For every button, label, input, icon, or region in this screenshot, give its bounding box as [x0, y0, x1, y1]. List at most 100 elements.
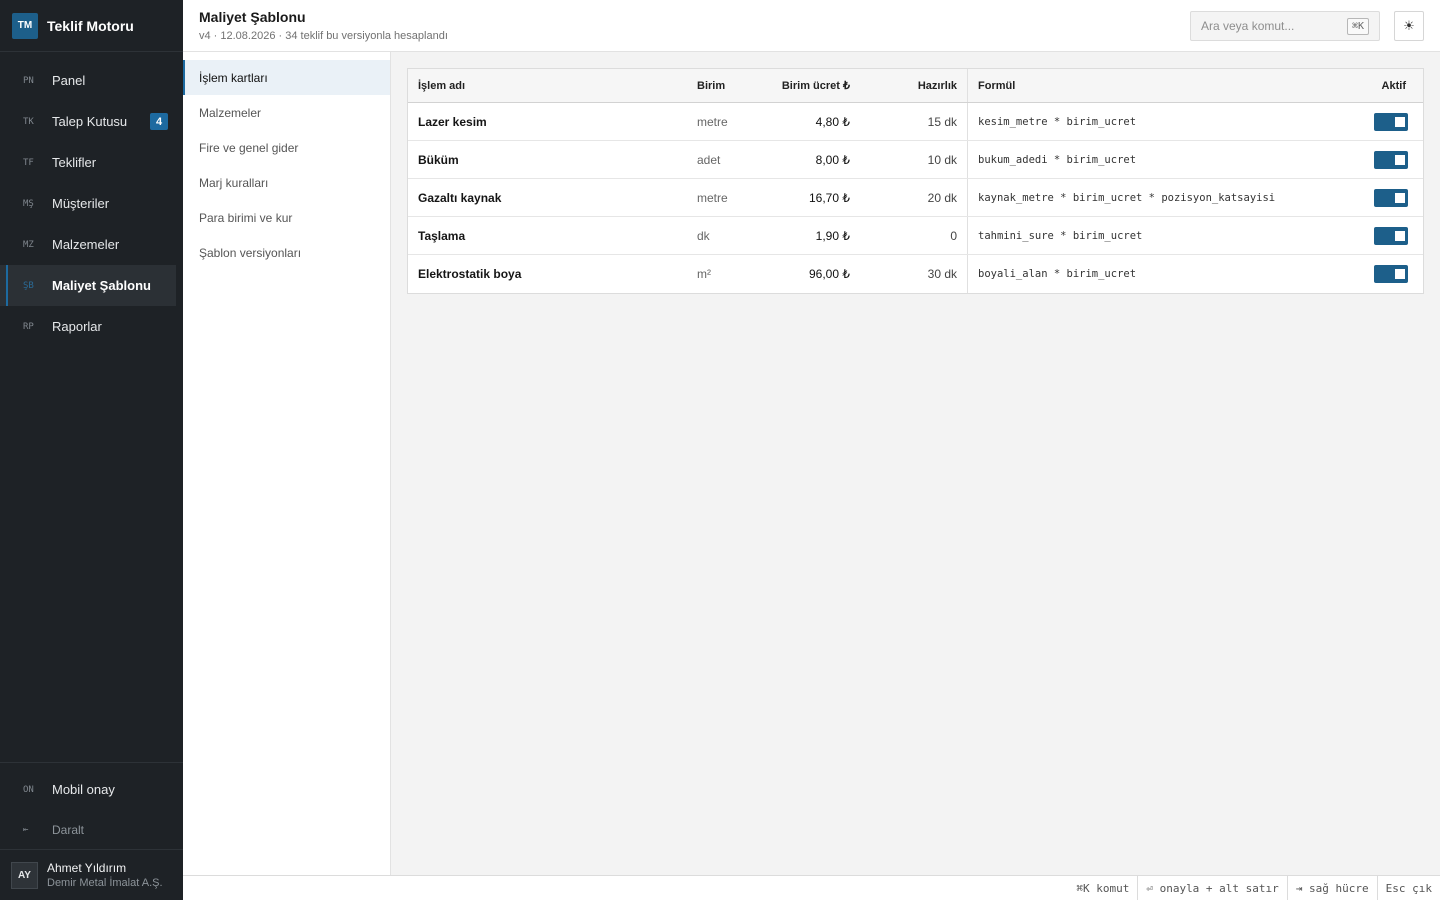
- active-toggle[interactable]: [1374, 112, 1408, 131]
- active-cell: [1352, 150, 1423, 169]
- subnav-item-marj-kurallari[interactable]: Marj kuralları: [183, 165, 390, 200]
- subnav-item-sablon-versiyonlari[interactable]: Şablon versiyonları: [183, 235, 390, 270]
- sidebar-nav: PN Panel TK Talep Kutusu 4 TF Teklifler …: [0, 52, 183, 347]
- operation-name-cell[interactable]: Gazaltı kaynak: [408, 191, 687, 205]
- sidebar-item-raporlar[interactable]: RP Raporlar: [0, 306, 176, 347]
- sidebar-item-panel[interactable]: PN Panel: [0, 60, 176, 101]
- active-cell: [1352, 265, 1423, 283]
- search-input[interactable]: [1201, 19, 1341, 33]
- sidebar-item-label: Talep Kutusu: [52, 114, 128, 129]
- sidebar: TM Teklif Motoru PN Panel TK Talep Kutus…: [0, 0, 183, 900]
- keyboard-hints-bar: ⌘K komut ⏎ onayla + alt satır ⇥ sağ hücr…: [183, 875, 1440, 900]
- unit-cell[interactable]: metre: [687, 115, 750, 129]
- app-name: Teklif Motoru: [47, 17, 134, 34]
- active-cell: [1352, 188, 1423, 207]
- sidebar-item-mobil-onay[interactable]: ON Mobil onay: [0, 769, 176, 810]
- operation-name-cell[interactable]: Lazer kesim: [408, 115, 687, 129]
- sidebar-item-label: Panel: [52, 73, 86, 88]
- table-row[interactable]: Lazer kesim metre 4,80 ₺ 15 dk kesim_met…: [408, 103, 1423, 141]
- active-cell: [1352, 112, 1423, 131]
- collapse-sidebar-button[interactable]: ⇤ Daralt: [0, 810, 183, 849]
- theme-toggle-button[interactable]: ☀: [1394, 11, 1424, 41]
- user-profile[interactable]: AY Ahmet Yıldırım Demir Metal İmalat A.Ş…: [0, 849, 183, 900]
- nav-code: ON: [23, 784, 34, 795]
- operation-name-cell[interactable]: Elektrostatik boya: [408, 267, 687, 281]
- operation-name-cell[interactable]: Büküm: [408, 153, 687, 167]
- hint-command: ⌘K komut: [1076, 881, 1130, 895]
- active-toggle[interactable]: [1374, 265, 1408, 283]
- sidebar-item-label: Raporlar: [52, 319, 102, 334]
- sidebar-item-label: Mobil onay: [52, 782, 115, 797]
- collapse-label: Daralt: [52, 822, 85, 837]
- column-header-unit[interactable]: Birim: [687, 80, 750, 92]
- command-search[interactable]: ⌘K: [1190, 11, 1380, 41]
- active-cell: [1352, 226, 1423, 245]
- main-content: İşlem adı Birim Birim ücret ₺ Hazırlık F…: [391, 52, 1440, 875]
- active-toggle[interactable]: [1374, 226, 1408, 245]
- active-toggle[interactable]: [1374, 188, 1408, 207]
- sidebar-footer: ON Mobil onay ⇤ Daralt AY Ahmet Yıldırım…: [0, 762, 183, 900]
- unit-cell[interactable]: m²: [687, 267, 750, 281]
- template-subnav: İşlem kartları Malzemeler Fire ve genel …: [183, 52, 391, 875]
- subnav-item-malzemeler[interactable]: Malzemeler: [183, 95, 390, 130]
- brand[interactable]: TM Teklif Motoru: [0, 0, 183, 52]
- unit-cell[interactable]: metre: [687, 191, 750, 205]
- app-logo: TM: [12, 12, 38, 39]
- table-row[interactable]: Taşlama dk 1,90 ₺ 0 tahmini_sure * birim…: [408, 217, 1423, 255]
- active-toggle[interactable]: [1374, 150, 1408, 169]
- divider: [0, 762, 183, 763]
- sidebar-item-talep-kutusu[interactable]: TK Talep Kutusu 4: [0, 101, 176, 142]
- subnav-item-fire-genel-gider[interactable]: Fire ve genel gider: [183, 130, 390, 165]
- nav-code: TK: [23, 116, 34, 127]
- hint-next-cell: ⇥ sağ hücre: [1286, 875, 1377, 900]
- table-row[interactable]: Büküm adet 8,00 ₺ 10 dk bukum_adedi * bi…: [408, 141, 1423, 179]
- nav-code: MZ: [23, 239, 34, 250]
- price-cell[interactable]: 96,00 ₺: [750, 267, 860, 281]
- hint-confirm: ⏎ onayla + alt satır: [1137, 875, 1286, 900]
- price-cell[interactable]: 16,70 ₺: [750, 191, 860, 205]
- operations-table: İşlem adı Birim Birim ücret ₺ Hazırlık F…: [407, 68, 1424, 294]
- prep-cell[interactable]: 10 dk: [860, 141, 968, 178]
- price-cell[interactable]: 4,80 ₺: [750, 115, 860, 129]
- prep-cell[interactable]: 15 dk: [860, 103, 968, 140]
- formula-cell[interactable]: bukum_adedi * birim_ucret: [968, 154, 1352, 166]
- prep-cell[interactable]: 0: [860, 217, 968, 254]
- formula-cell[interactable]: boyali_alan * birim_ucret: [968, 268, 1352, 280]
- sidebar-item-label: Müşteriler: [52, 196, 110, 211]
- table-row[interactable]: Elektrostatik boya m² 96,00 ₺ 30 dk boya…: [408, 255, 1423, 293]
- user-name: Ahmet Yıldırım: [47, 861, 127, 875]
- prep-cell[interactable]: 30 dk: [860, 255, 968, 293]
- unit-cell[interactable]: dk: [687, 229, 750, 243]
- sidebar-item-teklifler[interactable]: TF Teklifler: [0, 142, 176, 183]
- operation-name-cell[interactable]: Taşlama: [408, 229, 687, 243]
- column-header-active[interactable]: Aktif: [1352, 80, 1423, 92]
- nav-code: TF: [23, 157, 34, 168]
- sidebar-item-maliyet-sablonu[interactable]: ŞB Maliyet Şablonu: [0, 265, 176, 306]
- nav-code: MŞ: [23, 198, 34, 209]
- column-header-formula[interactable]: Formül: [968, 80, 1352, 92]
- formula-cell[interactable]: kesim_metre * birim_ucret: [968, 116, 1352, 128]
- user-company: Demir Metal İmalat A.Ş.: [47, 877, 163, 889]
- prep-cell[interactable]: 20 dk: [860, 179, 968, 216]
- count-badge: 4: [150, 113, 168, 130]
- shortcut-hint: ⌘K: [1346, 18, 1369, 35]
- formula-cell[interactable]: tahmini_sure * birim_ucret: [968, 230, 1352, 242]
- column-header-prep[interactable]: Hazırlık: [860, 69, 968, 102]
- price-cell[interactable]: 1,90 ₺: [750, 229, 860, 243]
- subnav-item-para-birimi-kur[interactable]: Para birimi ve kur: [183, 200, 390, 235]
- price-cell[interactable]: 8,00 ₺: [750, 153, 860, 167]
- sidebar-item-label: Teklifler: [52, 155, 97, 170]
- table-row[interactable]: Gazaltı kaynak metre 16,70 ₺ 20 dk kayna…: [408, 179, 1423, 217]
- sidebar-item-malzemeler[interactable]: MZ Malzemeler: [0, 224, 176, 265]
- column-header-price[interactable]: Birim ücret ₺: [750, 79, 860, 92]
- formula-cell[interactable]: kaynak_metre * birim_ucret * pozisyon_ka…: [968, 192, 1352, 204]
- page-meta: v4 · 12.08.2026 · 34 teklif bu versiyonl…: [199, 30, 448, 42]
- sidebar-item-musteriler[interactable]: MŞ Müşteriler: [0, 183, 176, 224]
- subnav-item-islem-kartlari[interactable]: İşlem kartları: [183, 60, 390, 95]
- avatar: AY: [11, 861, 38, 889]
- page-title: Maliyet Şablonu: [199, 9, 306, 25]
- hint-exit: Esc çık: [1376, 875, 1440, 900]
- unit-cell[interactable]: adet: [687, 153, 750, 167]
- nav-code: RP: [23, 321, 34, 332]
- column-header-name[interactable]: İşlem adı: [408, 80, 687, 92]
